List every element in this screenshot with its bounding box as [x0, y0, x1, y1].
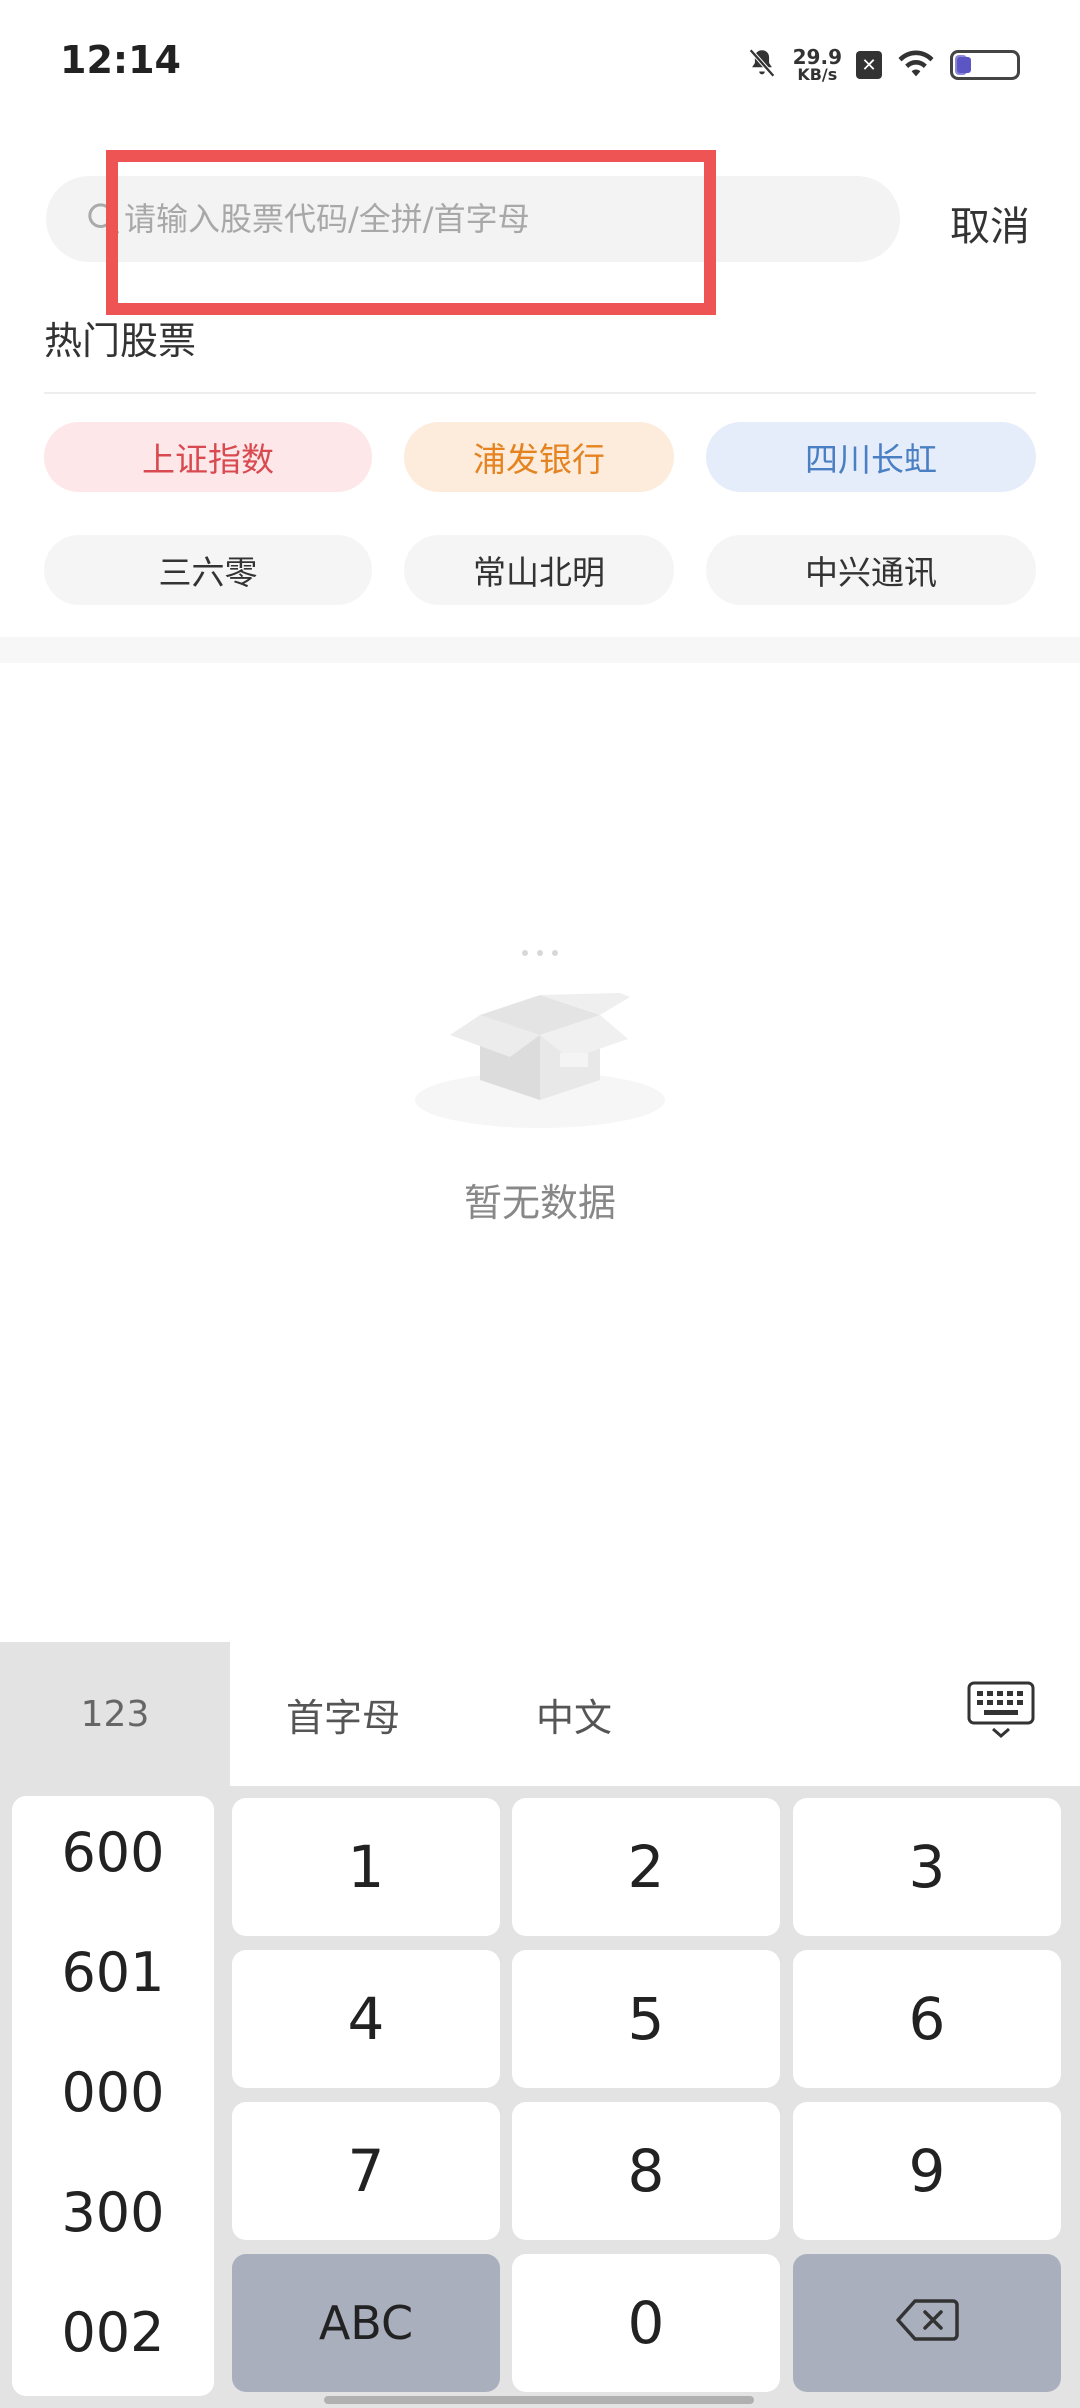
key-7[interactable]: 7 [232, 2102, 500, 2240]
prefix-key[interactable]: 601 [12, 1941, 214, 2004]
key-1[interactable]: 1 [232, 1798, 500, 1936]
mute-bell-icon [745, 46, 779, 84]
stock-keyboard: 123 首字母 中文 600 601 000 300 002 1 2 3 4 5… [0, 1642, 1080, 2408]
keyboard-hide-icon[interactable] [966, 1680, 1036, 1740]
hot-stock-chip[interactable]: 浦发银行 [404, 422, 674, 492]
hot-stocks-title: 热门股票 [44, 319, 197, 363]
hot-stock-chip[interactable]: 中兴通讯 [706, 535, 1036, 605]
prefix-key[interactable]: 600 [12, 1821, 214, 1884]
network-speed-value: 29.9 [792, 45, 842, 69]
search-box[interactable] [46, 176, 900, 262]
key-9[interactable]: 9 [793, 2102, 1061, 2240]
status-bar: 12:14 29.9 KB/s ✕ [0, 0, 1080, 130]
prefix-key[interactable]: 002 [12, 2301, 214, 2364]
search-input[interactable] [124, 200, 824, 238]
key-8[interactable]: 8 [512, 2102, 780, 2240]
hot-stock-chip[interactable]: 常山北明 [404, 535, 674, 605]
network-speed-unit: KB/s [797, 65, 838, 84]
battery-icon [950, 50, 1020, 80]
section-separator [0, 637, 1080, 663]
status-icons: 29.9 KB/s ✕ [745, 40, 1020, 90]
hot-stock-chip[interactable]: 四川长虹 [706, 422, 1036, 492]
network-speed: 29.9 KB/s [793, 47, 842, 83]
prefix-list: 600 601 000 300 002 [12, 1796, 214, 2396]
backspace-icon [895, 2289, 959, 2357]
keyboard-tab-chinese[interactable]: 中文 [536, 1642, 612, 1786]
key-6[interactable]: 6 [793, 1950, 1061, 2088]
divider [44, 392, 1036, 394]
key-0[interactable]: 0 [512, 2254, 780, 2392]
hot-stock-chip[interactable]: 三六零 [44, 535, 372, 605]
hot-stock-chip[interactable]: 上证指数 [44, 422, 372, 492]
key-3[interactable]: 3 [793, 1798, 1061, 1936]
wifi-icon [896, 46, 936, 84]
cancel-button[interactable]: 取消 [950, 194, 1030, 252]
keyboard-tab-numeric[interactable]: 123 [0, 1642, 230, 1786]
keyboard-tab-initials[interactable]: 首字母 [286, 1642, 400, 1786]
empty-state-text: 暂无数据 [463, 1181, 616, 1225]
home-indicator[interactable] [324, 2396, 754, 2404]
no-sim-icon: ✕ [856, 51, 882, 79]
keyboard-tabs: 123 首字母 中文 [0, 1642, 1080, 1786]
empty-box-icon [410, 935, 670, 1135]
status-time: 12:14 [60, 38, 181, 82]
abc-switch-button[interactable]: ABC [232, 2254, 500, 2392]
key-2[interactable]: 2 [512, 1798, 780, 1936]
key-5[interactable]: 5 [512, 1950, 780, 2088]
prefix-key[interactable]: 300 [12, 2181, 214, 2244]
search-icon [84, 199, 124, 239]
prefix-key[interactable]: 000 [12, 2061, 214, 2124]
backspace-button[interactable] [793, 2254, 1061, 2392]
key-4[interactable]: 4 [232, 1950, 500, 2088]
